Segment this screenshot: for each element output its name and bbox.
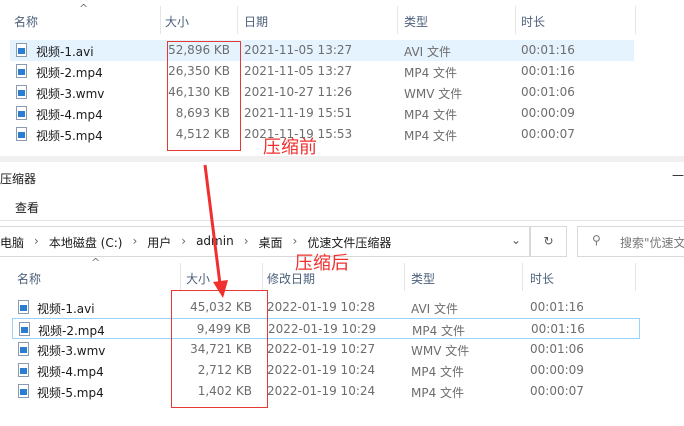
arrow-annotation [203,164,228,298]
